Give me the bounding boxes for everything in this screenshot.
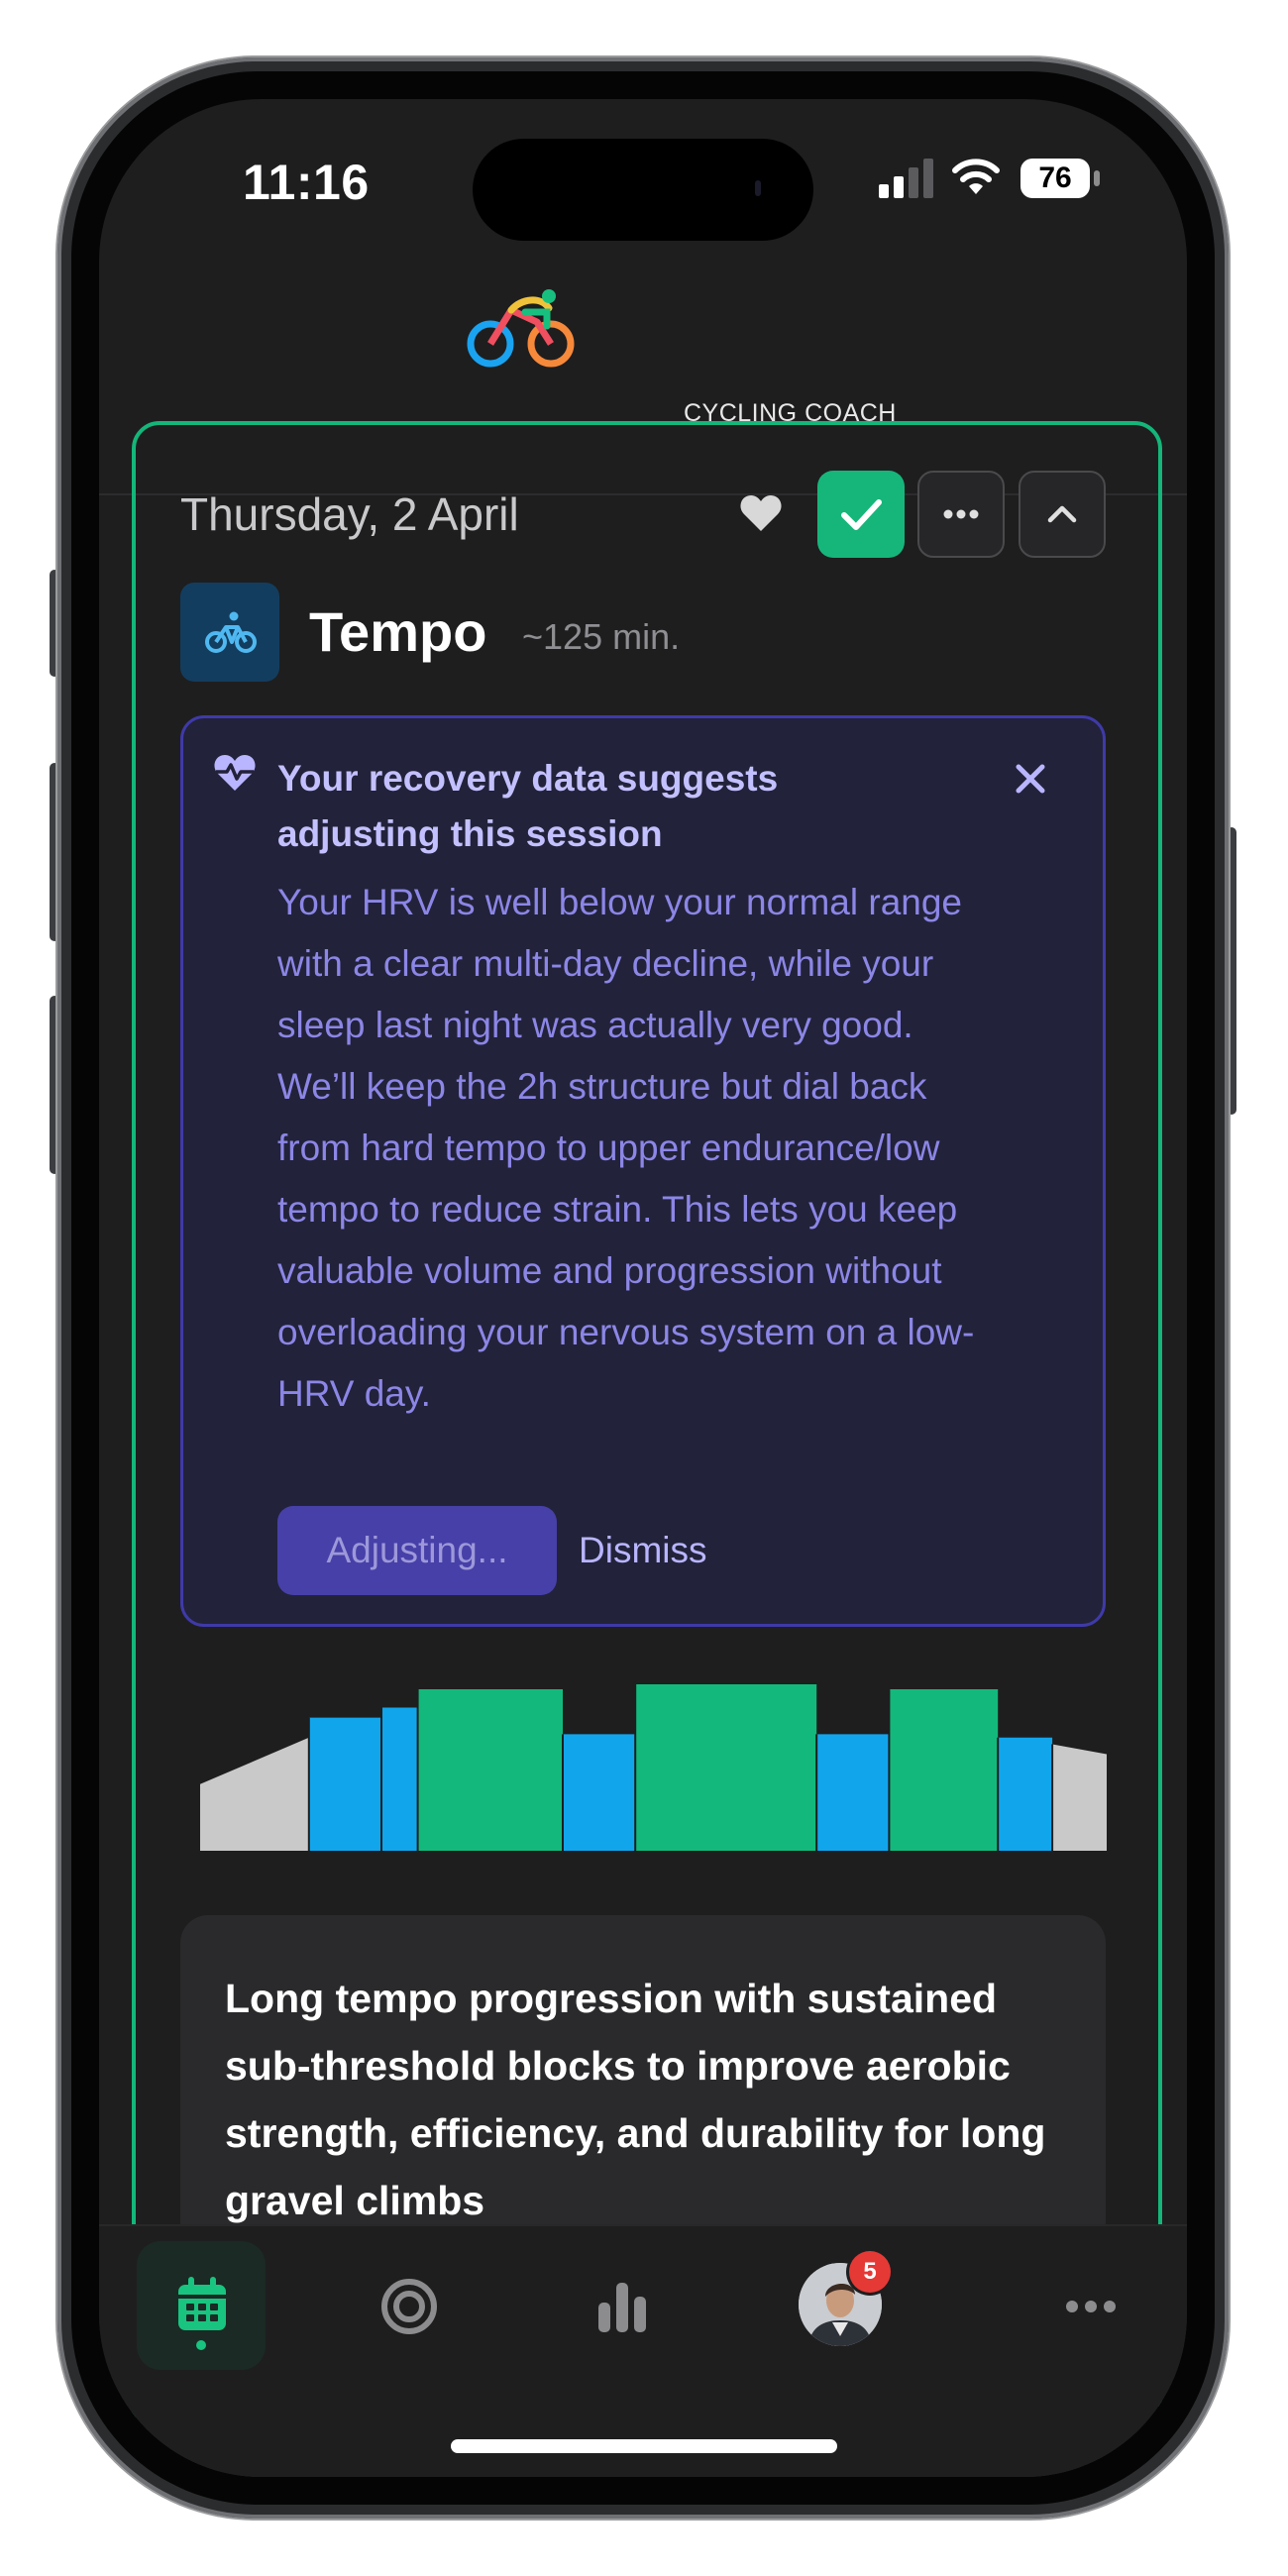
bicycle-icon: [205, 611, 257, 653]
dismiss-button[interactable]: Dismiss: [579, 1506, 706, 1595]
dynamic-island: [473, 139, 813, 241]
profile-segment-10: [1052, 1744, 1107, 1851]
profile-segment-4: [417, 1689, 563, 1851]
wifi-icon: [952, 159, 1000, 194]
workout-date: Thursday, 2 April: [180, 488, 519, 540]
profile-segment-2: [308, 1717, 381, 1851]
more-dots-icon[interactable]: [1065, 2297, 1117, 2316]
home-indicator: [451, 2439, 837, 2453]
signal-icon: [879, 159, 933, 198]
collapse-button[interactable]: [1019, 471, 1106, 558]
close-alert-icon[interactable]: [1013, 761, 1048, 797]
profile-segment-8: [889, 1689, 999, 1851]
target-icon[interactable]: [379, 2277, 439, 2336]
workout-profile-chart: [200, 1684, 1107, 1851]
heart-pulse-icon: [214, 755, 256, 791]
workout-description: Long tempo progression with sustained su…: [225, 1976, 1046, 2223]
profile-segment-3: [381, 1707, 418, 1851]
screen: 11:16 76 CYCLING COACH Thursday, 2 April: [99, 99, 1187, 2477]
more-options-button[interactable]: [917, 471, 1005, 558]
profile-segment-7: [816, 1734, 890, 1851]
battery-tip: [1094, 170, 1100, 186]
alert-title: Your recovery data suggests adjusting th…: [277, 758, 779, 854]
active-tab-indicator: [196, 2340, 206, 2350]
profile-segment-5: [563, 1734, 636, 1851]
battery-indicator: 76: [1020, 159, 1090, 198]
camera-dot: [755, 180, 761, 196]
adjusting-button[interactable]: Adjusting...: [277, 1506, 557, 1595]
workout-duration: ~125 min.: [522, 616, 681, 657]
bar-chart-icon[interactable]: [594, 2279, 650, 2334]
mark-complete-button[interactable]: [817, 471, 905, 558]
ellipsis-icon: [943, 509, 979, 519]
chevron-up-icon: [1047, 505, 1077, 523]
profile-segment-9: [998, 1737, 1053, 1851]
checkmark-icon: [841, 499, 882, 530]
cycling-coach-logo: [467, 289, 575, 368]
profile-segment-6: [635, 1684, 817, 1851]
alert-body: Your HRV is well below your normal range…: [277, 882, 975, 1414]
status-time: 11:16: [243, 155, 370, 210]
favorite-heart-icon[interactable]: [739, 493, 783, 533]
workout-title: Tempo: [309, 600, 487, 663]
workout-type-tile: [180, 583, 279, 682]
calendar-icon[interactable]: [176, 2277, 228, 2332]
profile-segment-1: [200, 1737, 309, 1851]
notification-badge: 5: [849, 2251, 891, 2293]
